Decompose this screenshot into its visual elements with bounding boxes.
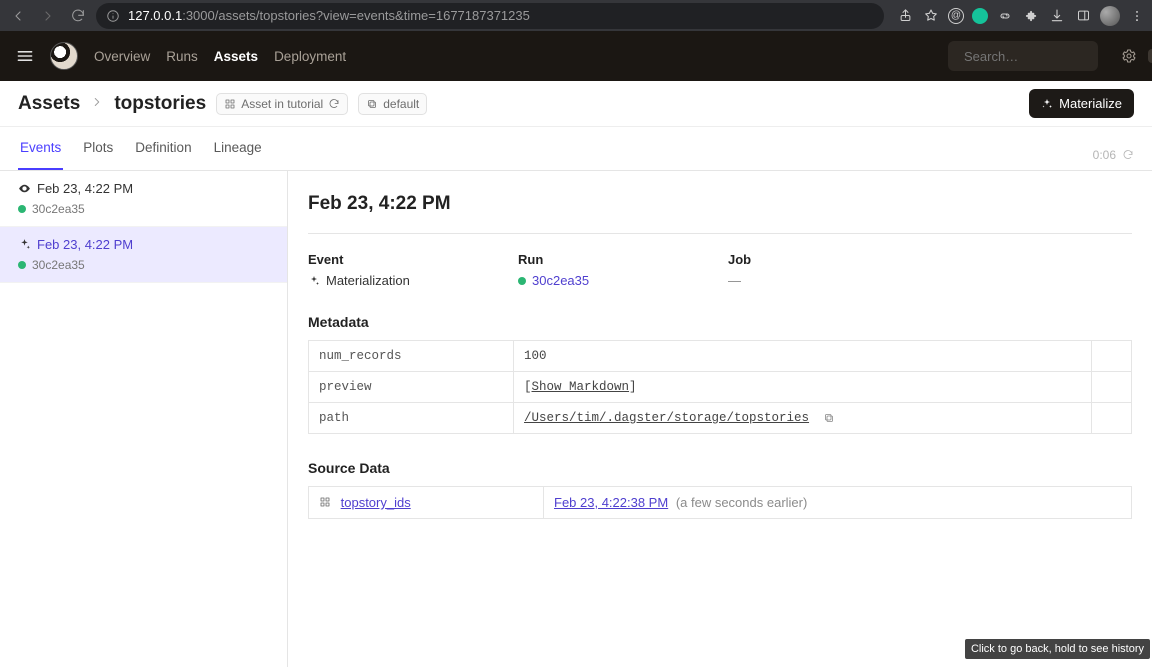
table-row: preview [Show Markdown] [309,372,1132,403]
label-job: Job [728,252,938,267]
table-row: num_records 100 [309,341,1132,372]
metadata-value: [Show Markdown] [514,372,1092,403]
grid-icon [224,98,236,110]
tag-default-label: default [383,97,419,111]
browser-url-bar[interactable]: 127.0.0.1:3000/assets/topstories?view=ev… [96,3,884,29]
section-source-heading: Source Data [308,460,1132,476]
extension-grammarly-icon[interactable] [972,8,988,24]
main-nav: Overview Runs Assets Deployment [94,49,346,64]
tag-repo[interactable]: Asset in tutorial [216,93,348,115]
path-link[interactable]: /Users/tim/.dagster/storage/topstories [524,411,809,425]
panel-toggle-icon[interactable] [1074,7,1092,25]
status-dot-success [18,261,26,269]
copy-icon [366,98,378,110]
sparkle-icon [308,275,320,287]
subheader: Assets topstories Asset in tutorial defa… [0,81,1152,127]
search-input[interactable] [964,49,1140,64]
status-dot-success [18,205,26,213]
label-run: Run [518,252,728,267]
back-button-tooltip: Click to go back, hold to see history [965,639,1150,659]
tabs-row: Events Plots Definition Lineage 0:06 [0,127,1152,171]
metadata-key: num_records [309,341,514,372]
nav-runs[interactable]: Runs [166,49,198,64]
global-search[interactable]: / [948,41,1098,71]
table-row: path /Users/tim/.dagster/storage/topstor… [309,403,1132,434]
bookmark-star-icon[interactable] [922,7,940,25]
events-sidebar: Feb 23, 4:22 PM 30c2ea35 Feb 23, 4:22 PM… [0,171,288,667]
source-asset-link[interactable]: topstory_ids [341,495,411,510]
source-time-link[interactable]: Feb 23, 4:22:38 PM [554,495,668,510]
nav-deployment[interactable]: Deployment [274,49,346,64]
event-run-id: 30c2ea35 [32,202,85,216]
job-value: — [728,273,741,288]
browser-url-text: 127.0.0.1:3000/assets/topstories?view=ev… [128,8,530,23]
eye-icon [18,182,31,195]
detail-title: Feb 23, 4:22 PM [308,193,1132,215]
refresh-icon[interactable] [1122,149,1134,161]
tab-events[interactable]: Events [18,127,63,170]
browser-chrome: 127.0.0.1:3000/assets/topstories?view=ev… [0,0,1152,31]
event-timestamp: Feb 23, 4:22 PM [37,181,133,196]
sparkle-icon [18,238,31,251]
tab-definition[interactable]: Definition [133,127,193,170]
browser-reload-button[interactable] [66,4,90,28]
search-kbd-hint: / [1148,49,1152,63]
section-metadata-heading: Metadata [308,314,1132,330]
app-header: Overview Runs Assets Deployment / [0,31,1152,81]
asset-icon [319,496,331,508]
elapsed-time: 0:06 [1093,148,1116,162]
metadata-table: num_records 100 preview [Show Markdown] … [308,340,1132,434]
event-run-id: 30c2ea35 [32,258,85,272]
metadata-key: path [309,403,514,434]
site-info-icon[interactable] [106,9,120,23]
downloads-icon[interactable] [1048,7,1066,25]
materialize-button[interactable]: Materialize [1029,89,1134,118]
tag-repo-label: Asset in tutorial [241,97,323,111]
source-data-table: topstory_ids Feb 23, 4:22:38 PM (a few s… [308,486,1132,519]
settings-gear-icon[interactable] [1120,47,1138,65]
nav-overview[interactable]: Overview [94,49,150,64]
event-list-item[interactable]: Feb 23, 4:22 PM 30c2ea35 [0,227,287,283]
metadata-value: 100 [514,341,1092,372]
share-icon[interactable] [896,7,914,25]
breadcrumb-asset-name: topstories [114,93,206,115]
metadata-value: /Users/tim/.dagster/storage/topstories [514,403,1092,434]
event-timestamp: Feb 23, 4:22 PM [37,237,133,252]
metadata-key: preview [309,372,514,403]
event-detail-pane: Feb 23, 4:22 PM Event Materialization Ru… [288,171,1152,667]
sparkle-icon [1041,98,1053,110]
tab-plots[interactable]: Plots [81,127,115,170]
event-type-value: Materialization [326,273,410,288]
event-list-item[interactable]: Feb 23, 4:22 PM 30c2ea35 [0,171,287,227]
materialize-button-label: Materialize [1059,96,1122,111]
app-logo[interactable] [50,42,78,70]
extension-at-icon[interactable]: @ [948,8,964,24]
tag-default[interactable]: default [358,93,427,115]
nav-assets[interactable]: Assets [214,49,258,64]
extension-link-icon[interactable] [996,7,1014,25]
refresh-icon[interactable] [328,98,340,110]
status-dot-success [518,277,526,285]
source-time-note: (a few seconds earlier) [676,495,808,510]
table-row: topstory_ids Feb 23, 4:22:38 PM (a few s… [309,487,1132,519]
breadcrumb-separator-icon [90,95,104,112]
run-link[interactable]: 30c2ea35 [532,273,589,288]
breadcrumb-root[interactable]: Assets [18,93,80,115]
browser-forward-button[interactable] [36,4,60,28]
browser-back-button[interactable] [6,4,30,28]
show-markdown-link[interactable]: Show Markdown [532,380,630,394]
menu-toggle-icon[interactable] [14,45,36,67]
extensions-puzzle-icon[interactable] [1022,7,1040,25]
tab-lineage[interactable]: Lineage [212,127,264,170]
copy-icon[interactable] [823,412,835,424]
browser-menu-icon[interactable] [1128,7,1146,25]
profile-avatar[interactable] [1100,6,1120,26]
label-event: Event [308,252,518,267]
